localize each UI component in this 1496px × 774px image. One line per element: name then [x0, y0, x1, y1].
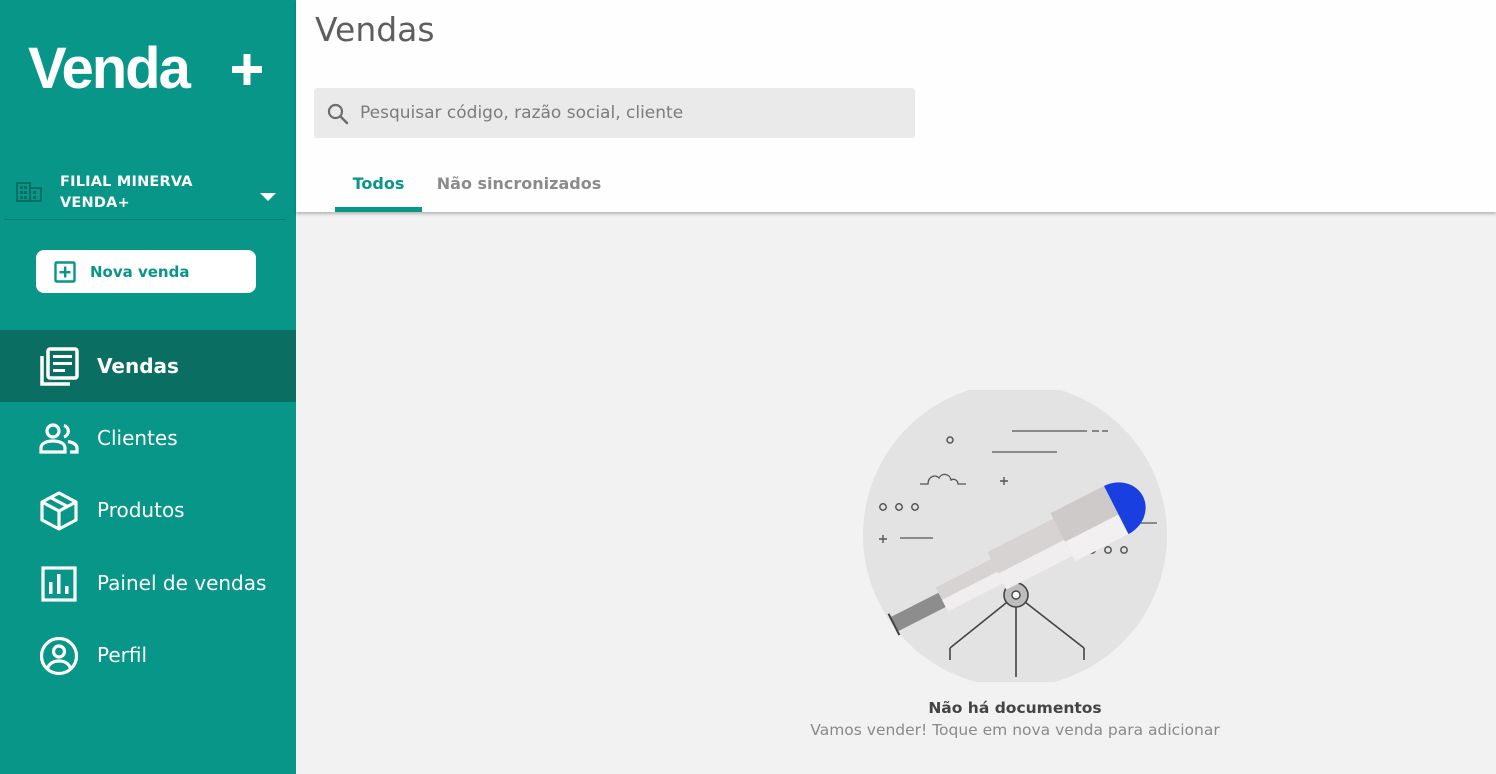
- branch-selector[interactable]: FILIAL MINERVA VENDA+: [4, 168, 286, 220]
- account-circle-icon: [39, 636, 79, 676]
- branch-line-2: VENDA+: [60, 195, 130, 211]
- branch-name: FILIAL MINERVA VENDA+: [60, 172, 193, 214]
- app-logo: Venda: [28, 38, 262, 98]
- sidebar-item-clientes[interactable]: Clientes: [0, 402, 296, 474]
- tab-label: Todos: [352, 174, 405, 193]
- bar-chart-icon: [41, 566, 77, 602]
- sidebar-item-label: Produtos: [97, 498, 185, 522]
- empty-state-title: Não há documentos: [928, 699, 1102, 717]
- tab-nao-sincronizados[interactable]: Não sincronizados: [434, 174, 604, 212]
- sidebar-item-produtos[interactable]: Produtos: [0, 474, 296, 546]
- sidebar-item-perfil[interactable]: Perfil: [0, 619, 296, 691]
- empty-state-subtitle: Vamos vender! Toque em nova venda para a…: [810, 721, 1220, 739]
- branch-line-1: FILIAL MINERVA: [60, 174, 193, 190]
- new-sale-label: Nova venda: [90, 263, 190, 281]
- telescope-illustration: [863, 390, 1167, 682]
- building-icon: [16, 182, 42, 202]
- new-sale-button[interactable]: Nova venda: [36, 250, 256, 293]
- add-box-icon: [54, 261, 76, 283]
- sidebar-item-label: Vendas: [97, 354, 179, 378]
- sidebar-item-label: Perfil: [97, 643, 148, 667]
- people-icon: [39, 423, 79, 454]
- search-icon: [327, 103, 349, 125]
- tab-label: Não sincronizados: [436, 174, 602, 193]
- search-input[interactable]: [360, 88, 900, 138]
- box-icon: [40, 491, 78, 531]
- sidebar-item-label: Painel de vendas: [97, 571, 267, 595]
- svg-text:Venda: Venda: [28, 38, 192, 98]
- sidebar: Venda FILIAL MINERVA VENDA+ Nova venda V…: [0, 0, 296, 774]
- search-bar[interactable]: [314, 88, 915, 138]
- page-title: Vendas: [315, 10, 435, 49]
- sidebar-item-label: Clientes: [97, 426, 178, 450]
- tab-active-indicator: [335, 207, 422, 212]
- sidebar-item-painel-de-vendas[interactable]: Painel de vendas: [0, 547, 296, 619]
- sidebar-item-vendas[interactable]: Vendas: [0, 330, 296, 402]
- page-header: Vendas Todos Não sincronizados: [296, 0, 1496, 212]
- chevron-down-icon: [260, 193, 276, 201]
- receipt-list-icon: [40, 347, 79, 386]
- tab-todos[interactable]: Todos: [335, 174, 422, 212]
